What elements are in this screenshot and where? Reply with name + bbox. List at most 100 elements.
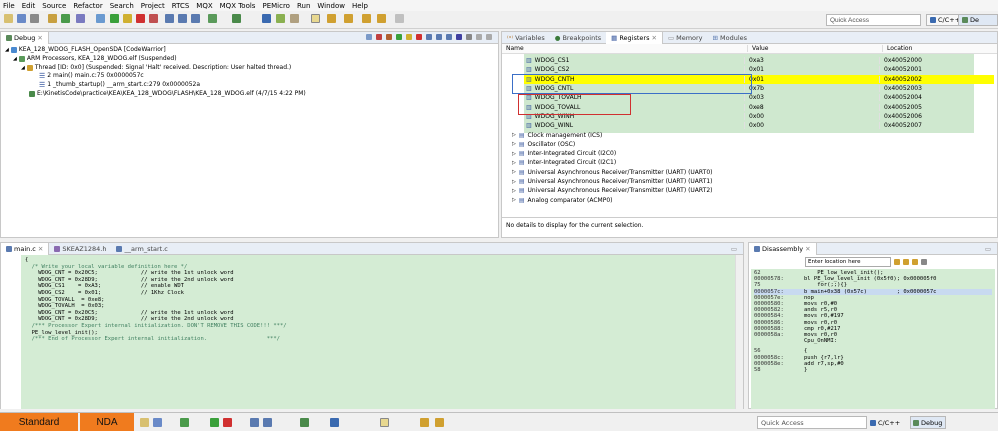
location-input[interactable]: Enter location here <box>805 256 891 267</box>
step-into-icon[interactable] <box>165 14 174 23</box>
tab-debug[interactable]: Debug ✕ <box>1 31 49 44</box>
register-group[interactable]: ▷ ▤ Universal Asynchronous Receiver/Transm… <box>508 177 997 186</box>
save-icon[interactable] <box>153 418 162 427</box>
step-return-icon[interactable] <box>191 14 200 23</box>
register-group[interactable]: ▷ ▤ Inter-Integrated Circuit (I2C1) <box>508 158 997 167</box>
quick-access-input[interactable]: Quick Access <box>826 14 921 26</box>
standard-button[interactable]: Standard <box>0 413 78 431</box>
refresh-icon[interactable] <box>912 258 918 265</box>
expand-arrow-icon[interactable]: ◢ <box>13 55 17 63</box>
register-value[interactable]: 0x03 <box>744 94 879 102</box>
table-row[interactable]: ▥ WDOG_WINL 0x00 0x40052007 <box>504 121 997 130</box>
step-over-icon[interactable] <box>263 418 272 427</box>
step-into-icon[interactable] <box>250 418 259 427</box>
register-group[interactable]: ▷ ▤ Oscillator (OSC) <box>508 140 997 149</box>
register-group[interactable]: ▷ ▤ Clock management (ICS) <box>508 130 997 139</box>
menu-search[interactable]: Search <box>110 2 134 10</box>
close-icon[interactable]: ✕ <box>38 245 43 253</box>
expand-arrow-icon[interactable]: ◢ <box>5 46 9 54</box>
tab-memory[interactable]: ▭ Memory <box>663 32 708 44</box>
close-icon[interactable]: ✕ <box>37 34 42 42</box>
connect-icon[interactable] <box>376 34 382 40</box>
menu-pemicro[interactable]: PEMicro <box>262 2 289 10</box>
menu-mqx[interactable]: MQX <box>196 2 212 10</box>
tab-variables[interactable]: ⁽ˣ⁾ Variables <box>502 32 550 44</box>
terminate-icon[interactable] <box>136 14 145 23</box>
expand-arrow-icon[interactable]: ▷ <box>512 151 516 157</box>
menu-rtcs[interactable]: RTCS <box>172 2 190 10</box>
annotation-icon[interactable] <box>290 14 299 23</box>
suspend-icon[interactable] <box>123 14 132 23</box>
register-value[interactable]: 0x7b <box>744 85 879 93</box>
step-return-view-icon[interactable] <box>446 34 452 40</box>
register-group[interactable]: ▷ ▤ Analog comparator (ACMP0) <box>508 195 997 204</box>
open-task-icon[interactable] <box>276 14 285 23</box>
tree-item-thread[interactable]: ◢ Thread [ID: 0x0] (Suspended: Signal 'Ha… <box>5 63 494 72</box>
register-value[interactable]: 0x00 <box>744 122 879 130</box>
run-icon[interactable] <box>232 14 241 23</box>
minimize-icon[interactable]: ▭ <box>985 245 991 253</box>
nda-button[interactable]: NDA <box>80 413 134 431</box>
perspective-debug-button[interactable]: De <box>958 14 998 26</box>
table-row[interactable]: ▥ WDOG_CS1 0xa3 0x40052000 <box>504 56 997 65</box>
suspend-view-icon[interactable] <box>406 34 412 40</box>
register-value[interactable]: 0xa3 <box>744 57 879 65</box>
menu-file[interactable]: File <box>3 2 15 10</box>
quick-access-input[interactable]: Quick Access <box>757 416 867 429</box>
expand-arrow-icon[interactable]: ▷ <box>512 197 516 203</box>
menu-mqx-tools[interactable]: MQX Tools <box>220 2 256 10</box>
maximize-icon[interactable]: ▭ <box>731 245 737 253</box>
debug-icon[interactable] <box>61 14 70 23</box>
tree-item-processor[interactable]: ◢ ARM Processors, KEA_128_WDOG.elf (Suspe… <box>5 55 494 64</box>
menu-window[interactable]: Window <box>317 2 345 10</box>
minimize-icon[interactable] <box>476 34 482 40</box>
reset-icon[interactable] <box>386 34 392 40</box>
nav-back-icon[interactable] <box>395 14 404 23</box>
toggle-mark-icon[interactable] <box>380 418 389 427</box>
expand-arrow-icon[interactable]: ▷ <box>512 188 516 194</box>
next-annotation-icon[interactable] <box>327 14 336 23</box>
prev-annotation-icon[interactable] <box>344 14 353 23</box>
tab-modules[interactable]: ⊞ Modules <box>708 32 752 44</box>
editor-scrollbar[interactable] <box>735 255 743 409</box>
menu-edit[interactable]: Edit <box>22 2 36 10</box>
tab-skeaz-h[interactable]: SKEAZ1284.h <box>49 243 111 255</box>
register-value[interactable]: 0x00 <box>744 112 879 120</box>
register-value[interactable]: 0xe8 <box>744 103 879 111</box>
tree-item-elf[interactable]: E:\KinetisCode\practice\KEA\KEA_128_WDOG… <box>5 89 494 98</box>
terminate-icon[interactable] <box>223 418 232 427</box>
tab-breakpoints[interactable]: ● Breakpoints <box>550 32 606 44</box>
menu-run[interactable]: Run <box>297 2 310 10</box>
remove-terminated-icon[interactable] <box>366 34 372 40</box>
new-icon[interactable] <box>4 14 13 23</box>
register-group[interactable]: ▷ ▤ Inter-Integrated Circuit (I2C0) <box>508 149 997 158</box>
toggle-mark-icon[interactable] <box>311 14 320 23</box>
tab-registers[interactable]: ▦ Registers ✕ <box>606 31 663 44</box>
column-header-location[interactable]: Location <box>882 45 912 52</box>
save-icon[interactable] <box>17 14 26 23</box>
run-icon[interactable] <box>300 418 309 427</box>
expand-arrow-icon[interactable]: ◢ <box>21 64 25 72</box>
perspective-cpp-button[interactable]: C/C++ <box>870 416 900 429</box>
expand-arrow-icon[interactable]: ▷ <box>512 141 516 147</box>
instruction-mode-icon[interactable] <box>456 34 462 40</box>
code-area[interactable]: { /* Write your local variable definitio… <box>21 255 736 409</box>
build-icon[interactable] <box>48 14 57 23</box>
tab-main-c[interactable]: main.c ✕ <box>1 242 50 255</box>
menu-refactor[interactable]: Refactor <box>73 2 102 10</box>
expand-arrow-icon[interactable]: ▷ <box>512 179 516 185</box>
tree-item-frame-main[interactable]: ☰ 2 main() main.c:75 0x0000057c <box>5 72 494 81</box>
step-into-view-icon[interactable] <box>426 34 432 40</box>
perspective-debug-button[interactable]: Debug <box>910 416 946 429</box>
menu-project[interactable]: Project <box>141 2 165 10</box>
tree-item-launch[interactable]: ◢ KEA_128_WDOG_FLASH_OpenSDA [CodeWarrior… <box>5 46 494 55</box>
terminate-view-icon[interactable] <box>416 34 422 40</box>
search-icon[interactable] <box>330 418 339 427</box>
expand-arrow-icon[interactable]: ▷ <box>512 132 516 138</box>
register-group[interactable]: ▷ ▤ Universal Asynchronous Receiver/Transm… <box>508 186 997 195</box>
menu-help[interactable]: Help <box>352 2 368 10</box>
back-icon[interactable] <box>362 14 371 23</box>
register-value[interactable]: 0x01 <box>744 66 879 74</box>
tab-disassembly[interactable]: Disassembly ✕ <box>749 242 817 255</box>
register-value[interactable]: 0x01 <box>744 75 879 83</box>
